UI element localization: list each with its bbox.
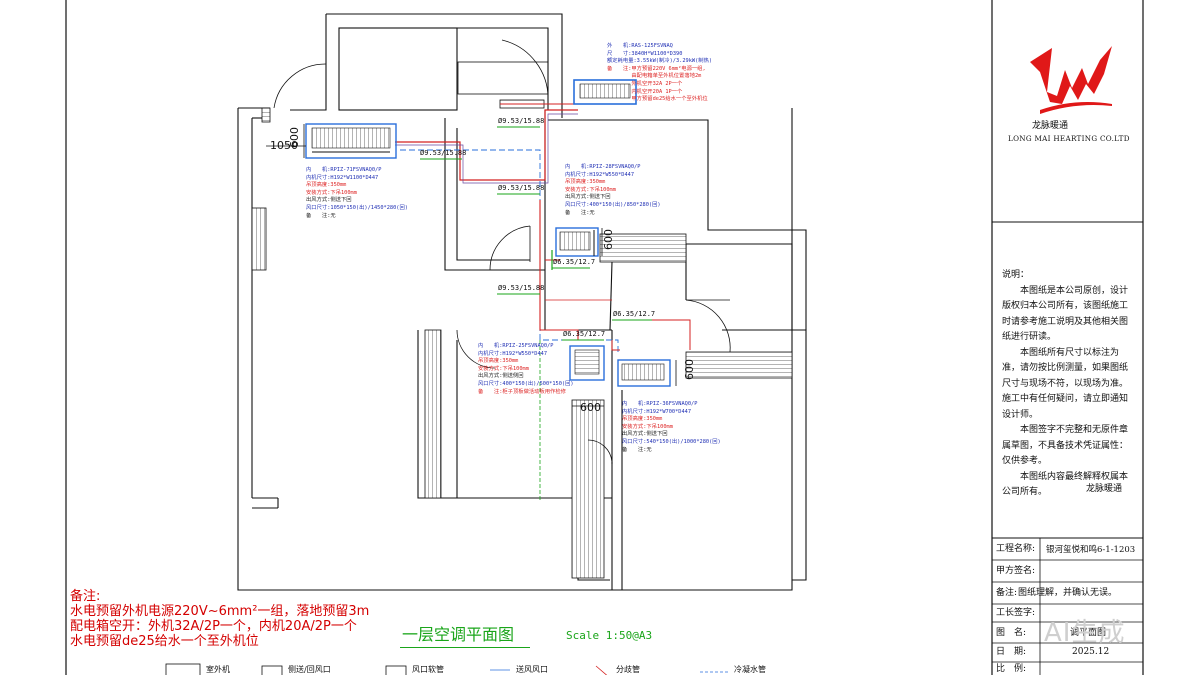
notes-line: 水电预留de25给水一个至外机位 <box>70 634 259 649</box>
indoor-unit-bedroom-1[interactable] <box>555 227 599 257</box>
legend-label: 侧送/回风口 <box>288 665 331 674</box>
spec-line: 甲方预留de25给水一个至外机位 <box>607 96 708 103</box>
notes-line: 配电箱空开：外机32A/2P一个，内机20A/2P一个 <box>70 619 357 634</box>
title-block-label: 甲方签名: <box>996 566 1036 576</box>
spec-line: 备 注:无 <box>622 446 652 453</box>
drawing-title: 一层空调平面图 <box>402 625 515 644</box>
pipe-size-label: Ø9.53/15.88 <box>498 184 545 192</box>
statement-signature: 龙脉暖通 <box>1086 484 1123 494</box>
dimension-text: 600 <box>580 401 601 414</box>
drawing-date: 2025.12 <box>1072 647 1110 657</box>
company-name-en: LONG MAI HEARTING CO.LTD <box>1008 134 1130 143</box>
dimension-text: 600 <box>288 127 301 148</box>
dimension-text: 600 <box>602 229 615 250</box>
company-name-cn: 龙脉暖通 <box>1032 121 1069 131</box>
legend-label: 风口软管 <box>412 665 444 674</box>
title-block-label: 备注: <box>996 588 1018 598</box>
construction-notes: 备注: 水电预留外机电源220V~6mm²一组，落地预留3m 配电箱空开：外机3… <box>70 590 369 650</box>
floor-plan-sheet: 外 机:RAS-125FSVNAQ 尺 寸:3840H*W1100*D390 额… <box>0 0 1200 675</box>
notes-heading: 备注: <box>70 589 101 604</box>
statement-paragraph: 本图签字不完整和无原件章属草图，不具备技术凭证属性：仅供参考。 <box>1002 425 1129 466</box>
statement-paragraph: 本图纸是本公司原创，设计版权归本公司所有，该图纸施工时请参考施工说明及其他相关图… <box>1002 285 1129 343</box>
spec-line: 备 注:无 <box>565 209 595 216</box>
title-block-label: 工长签字: <box>996 608 1036 618</box>
indoor-unit-bedroom-3[interactable] <box>617 359 671 387</box>
project-name: 银河玺悦和鸣6-1-1203 <box>1046 545 1136 555</box>
pipe-size-label: Ø9.53/15.88 <box>498 284 545 292</box>
indoor-unit-living[interactable] <box>305 123 397 159</box>
indoor-unit-spec-bedroom-1: 内 机:RPIZ-28FSVNAQ0/P 内机尺寸:H192*W550*D447… <box>565 164 661 218</box>
pipe-size-label: Ø9.53/15.88 <box>498 117 545 125</box>
remark-value: 图纸理解，并确认无误。 <box>1018 588 1118 598</box>
title-block-label: 比 例: <box>996 664 1027 674</box>
title-block-label: 图 名: <box>996 628 1027 638</box>
notes-line: 水电预留外机电源220V~6mm²一组，落地预留3m <box>70 604 370 619</box>
title-underline <box>400 647 530 648</box>
pipe-size-label: Ø6.35/12.7 <box>553 258 596 266</box>
company-logo <box>1030 46 1112 114</box>
design-statement: 说明： 本图纸是本公司原创，设计版权归本公司所有，该图纸施工时请参考施工说明及其… <box>1002 268 1136 501</box>
spec-line: 备 注:柜子顶板做活动板用作检修 <box>478 388 566 395</box>
dimension-text: 600 <box>683 359 696 380</box>
legend-label: 分歧管 <box>616 665 640 674</box>
indoor-unit-spec-living: 内 机:RPIZ-71FSVNAQ0/P 内机尺寸:H192*W1100*D44… <box>306 167 408 221</box>
indoor-unit-spec-bedroom-3: 内 机:RPIZ-36FSVNAQ0/P 内机尺寸:H192*W700*D447… <box>622 401 721 455</box>
pipe-size-label: Ø6.35/12.7 <box>613 310 656 318</box>
indoor-unit-bedroom-2[interactable] <box>569 345 605 381</box>
pipe-label-underlines <box>420 126 652 341</box>
outdoor-unit-spec: 外 机:RAS-125FSVNAQ 尺 寸:3840H*W1100*D390 额… <box>607 43 712 105</box>
pipe-size-label: Ø6.35/12.7 <box>563 330 606 338</box>
spec-line: 备 注:无 <box>306 212 336 219</box>
indoor-unit-spec-bedroom-2: 内 机:RPIZ-25FSVNAQ0/P 内机尺寸:H192*W550*D447… <box>478 343 574 397</box>
legend-label: 冷凝水管 <box>734 665 766 674</box>
statement-paragraph: 本图纸所有尺寸以标注为准，请勿按比例测量，如果图纸尺寸与现场不符，以现场为准。施… <box>1002 347 1129 420</box>
statement-heading: 说明： <box>1002 270 1030 280</box>
title-block-label: 日 期: <box>996 647 1027 657</box>
legend-label: 室外机 <box>206 665 230 674</box>
drawing-scale: Scale 1:50@A3 <box>566 629 653 642</box>
pipe-size-label: Ø9.53/15.88 <box>420 149 467 157</box>
legend-label: 送风风口 <box>516 665 548 674</box>
ai-generated-watermark: AI生成 <box>1044 618 1126 648</box>
legend-strip <box>165 663 728 675</box>
title-block-label: 工程名称: <box>996 544 1036 554</box>
